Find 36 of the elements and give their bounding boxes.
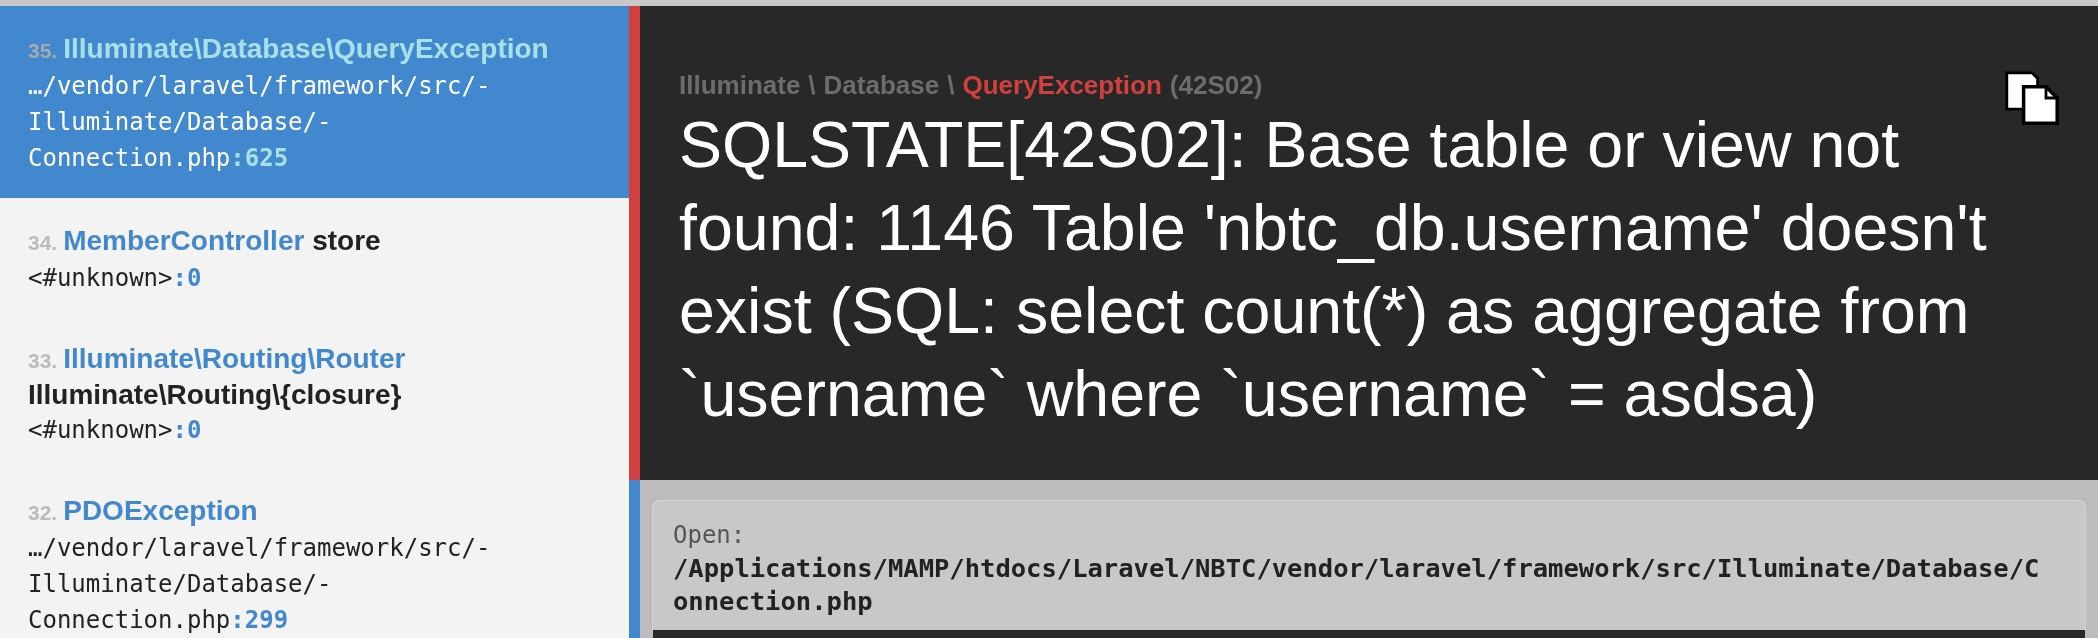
frame-line: :0 [172, 264, 202, 292]
frame-number: 32. [28, 501, 58, 524]
frame-class: Illuminate\Database\QueryException [63, 33, 549, 64]
open-label: Open: [673, 520, 747, 551]
frame-class: MemberController [63, 225, 305, 256]
exception-code: (42S02) [1169, 70, 1263, 100]
frame-function: store [312, 225, 381, 256]
frame-file-path: …/vendor/laravel/framework/src/- [28, 72, 491, 100]
frame-file-path: Illuminate/Database/- [28, 108, 332, 136]
file-path[interactable]: /Applications/MAMP/htdocs/Laravel/NBTC/vendor/laravel/framework/src/Illuminate/Database/Connection.php [673, 552, 2040, 618]
frame-file-path: <#unknown> [28, 264, 173, 292]
namespace-part: Illuminate [679, 70, 801, 100]
stack-frame[interactable]: 34. MemberController store <#unknown>:0 [0, 198, 629, 316]
frame-file-path: Illuminate/Database/- [28, 570, 332, 598]
frame-number: 33. [28, 349, 58, 372]
exception-message: SQLSTATE[42S02]: Base table or view not found: 1146 Table 'nbtc_db.username' doesn't exist (SQL: select count(*) as aggregate from `username` where `username` = asdsa) [679, 108, 1988, 432]
frame-file-path: Connection.php [28, 606, 231, 634]
stack-frame[interactable]: 35. Illuminate\Database\QueryException …/vendor/laravel/framework/src/- Illuminate/Database/- Connection.php:625 [0, 6, 629, 198]
frame-function: Illuminate\Routing\{closure} [28, 379, 402, 410]
frame-class: PDOException [63, 495, 258, 526]
namespace-separator: \ [947, 70, 955, 100]
frame-file-path: …/vendor/laravel/framework/src/- [28, 534, 491, 562]
stack-frame[interactable]: 33. Illuminate\Routing\Router Illuminate\Routing\{closure} <#unknown>:0 [0, 316, 629, 468]
namespace-part: Database [823, 70, 940, 100]
copy-icon[interactable] [2004, 70, 2060, 126]
frame-line: :625 [230, 144, 289, 172]
frame-number: 34. [28, 231, 58, 254]
frame-file-path: <#unknown> [28, 416, 173, 444]
stack-frame[interactable]: 32. PDOException …/vendor/laravel/framework/src/- Illuminate/Database/- Connection.php:299 [0, 468, 629, 638]
frame-class: Illuminate\Routing\Router [63, 343, 406, 374]
frame-number: 35. [28, 39, 58, 62]
frame-line: :0 [172, 416, 202, 444]
frame-line: :299 [230, 606, 289, 634]
frame-file-path: Connection.php [28, 144, 231, 172]
namespace-separator: \ [808, 70, 816, 100]
exception-class: QueryException [962, 70, 1162, 100]
